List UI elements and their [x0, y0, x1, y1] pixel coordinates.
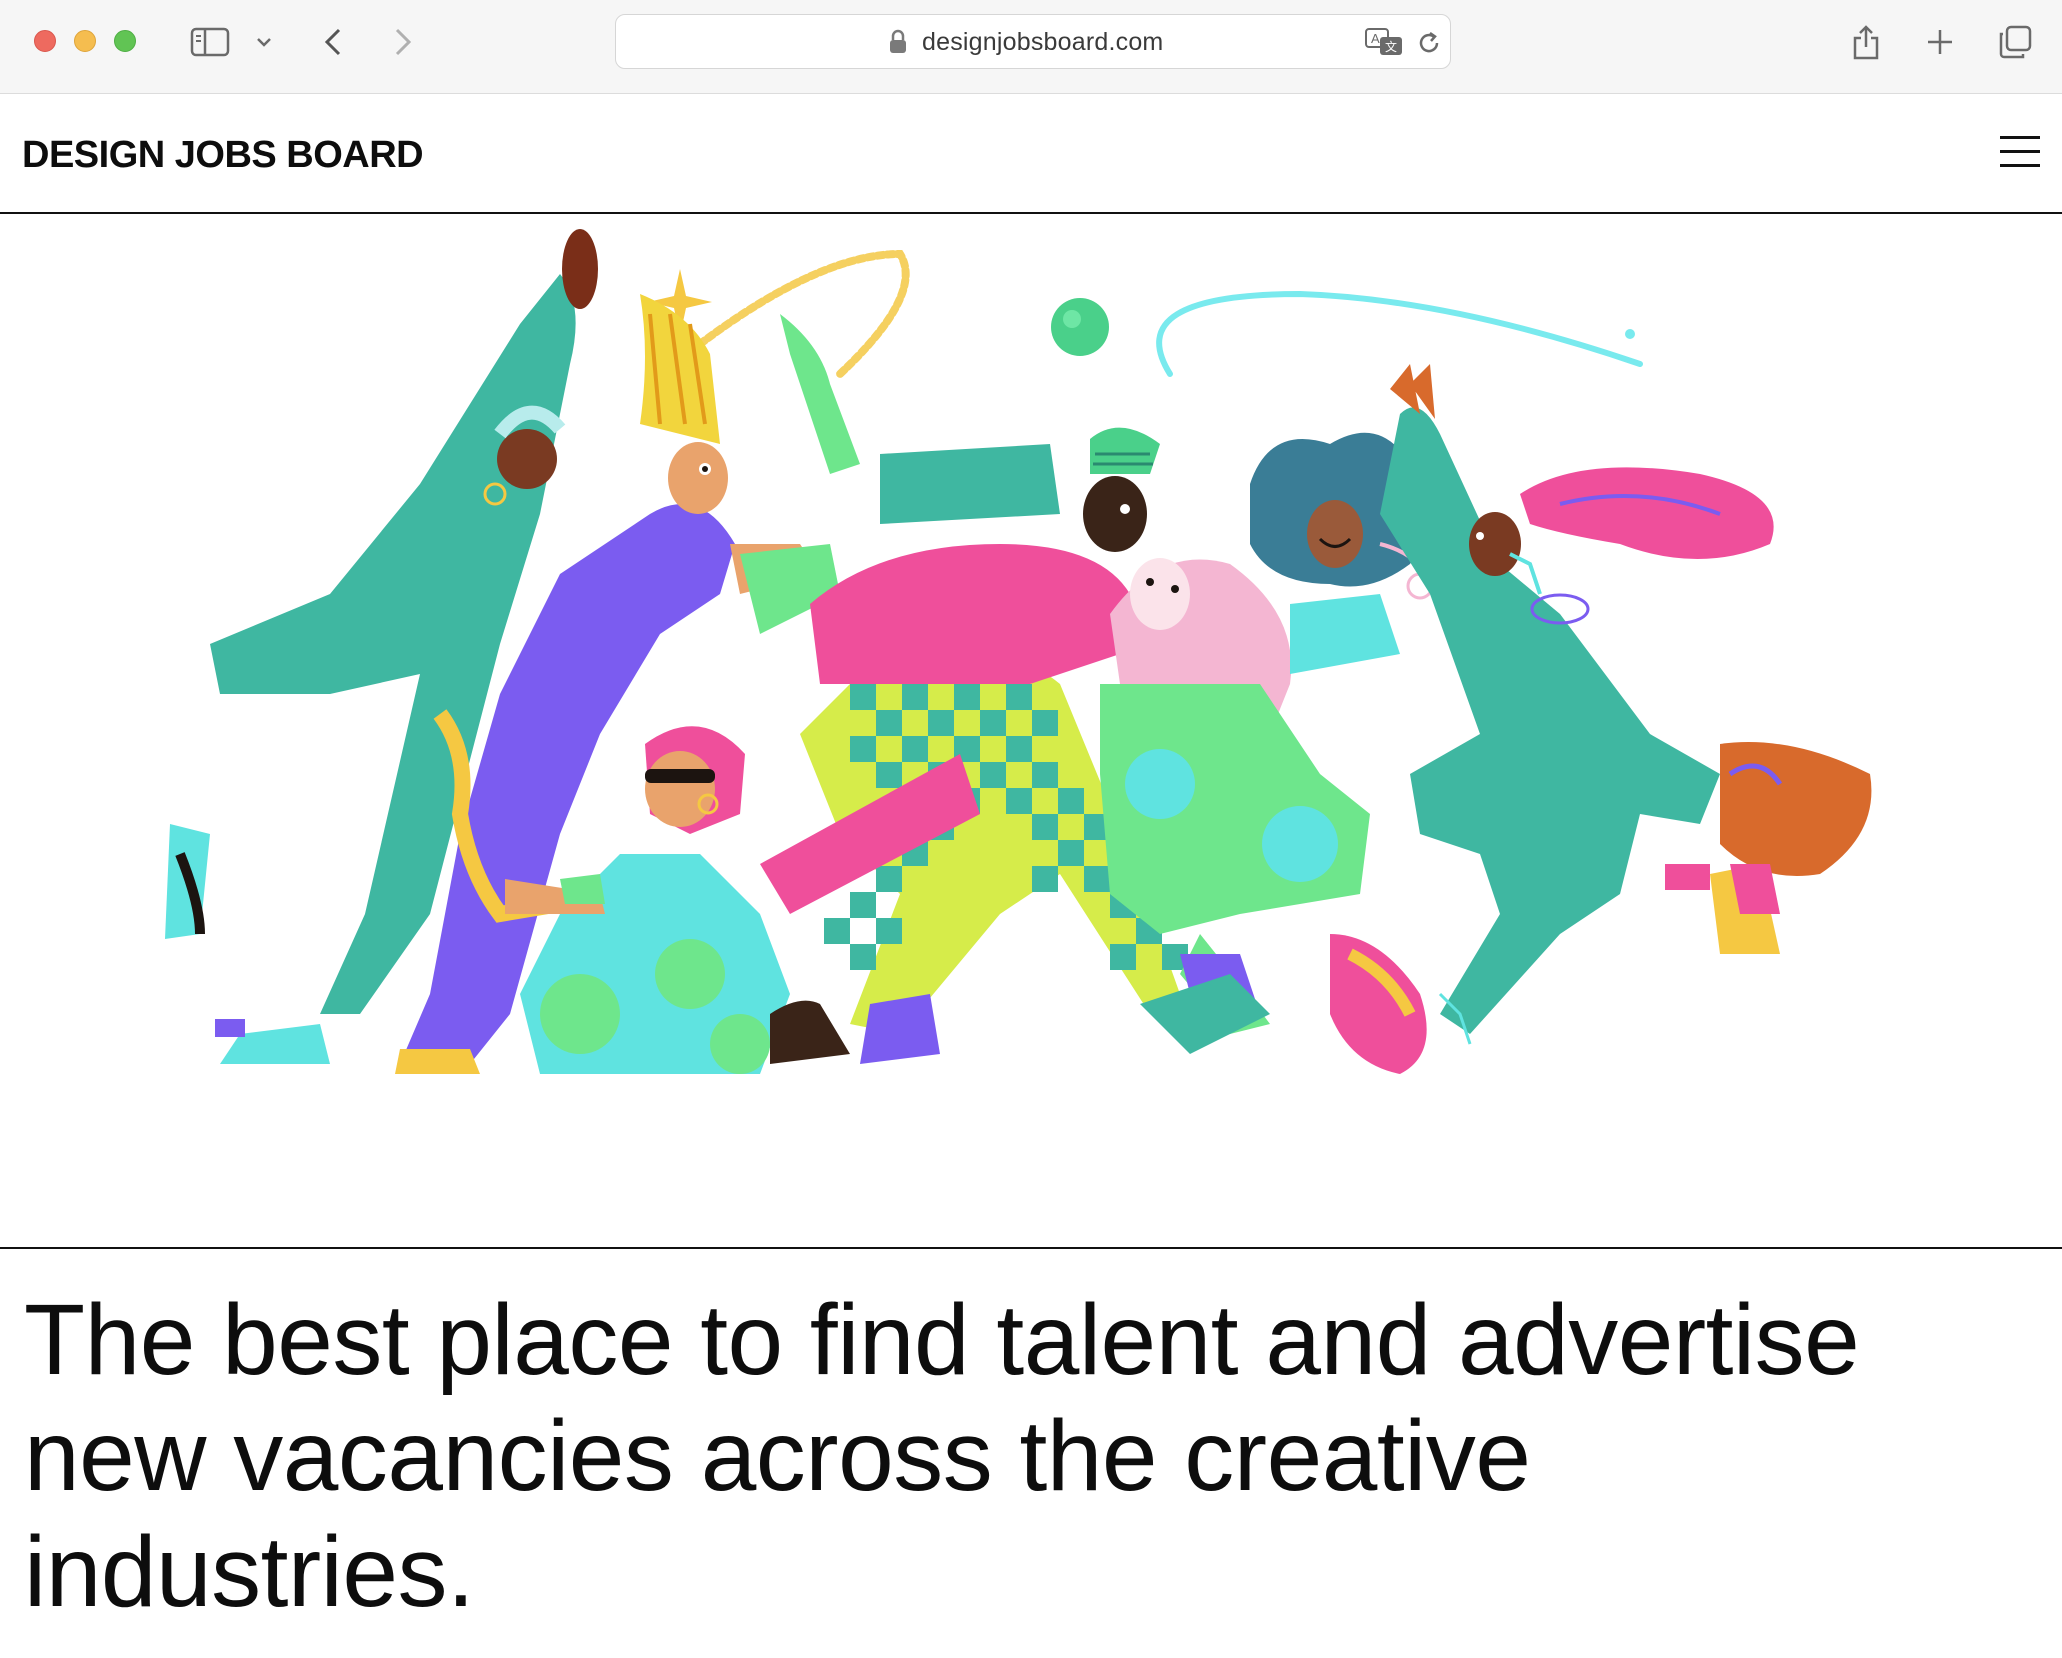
chevron-down-icon[interactable] — [252, 22, 276, 62]
svg-text:文: 文 — [1385, 39, 1397, 54]
person-teal-pink-ponytail — [1330, 364, 1872, 1074]
site-header: DESIGN JOBS BOARD — [0, 94, 2062, 214]
back-icon[interactable] — [318, 22, 348, 62]
site-logo[interactable]: DESIGN JOBS BOARD — [22, 134, 424, 177]
lock-icon — [888, 29, 908, 60]
address-bar[interactable]: designjobsboard.com A文 — [615, 14, 1451, 69]
hero-headline: The best place to find talent and advert… — [24, 1284, 1860, 1628]
dancing-people-illustration — [165, 229, 1872, 1074]
green-planet — [1051, 298, 1109, 356]
cyan-swoosh — [1156, 290, 1643, 377]
share-icon[interactable] — [1848, 22, 1884, 62]
reload-icon[interactable] — [1416, 29, 1442, 62]
svg-text:A: A — [1371, 31, 1380, 46]
sidebar-icon[interactable] — [188, 22, 232, 62]
hamburger-menu-icon[interactable] — [1994, 134, 2040, 168]
new-tab-icon[interactable] — [1922, 22, 1958, 62]
zoom-window-icon[interactable] — [114, 30, 136, 52]
minimize-window-icon[interactable] — [74, 30, 96, 52]
tab-overview-icon[interactable] — [1996, 22, 2034, 62]
hero-illustration — [0, 214, 2062, 1249]
forward-icon[interactable] — [388, 22, 418, 62]
close-window-icon[interactable] — [34, 30, 56, 52]
translate-icon[interactable]: A文 — [1364, 27, 1404, 62]
url-text: designjobsboard.com — [922, 28, 1164, 56]
browser-toolbar: designjobsboard.com A文 — [0, 0, 2062, 94]
